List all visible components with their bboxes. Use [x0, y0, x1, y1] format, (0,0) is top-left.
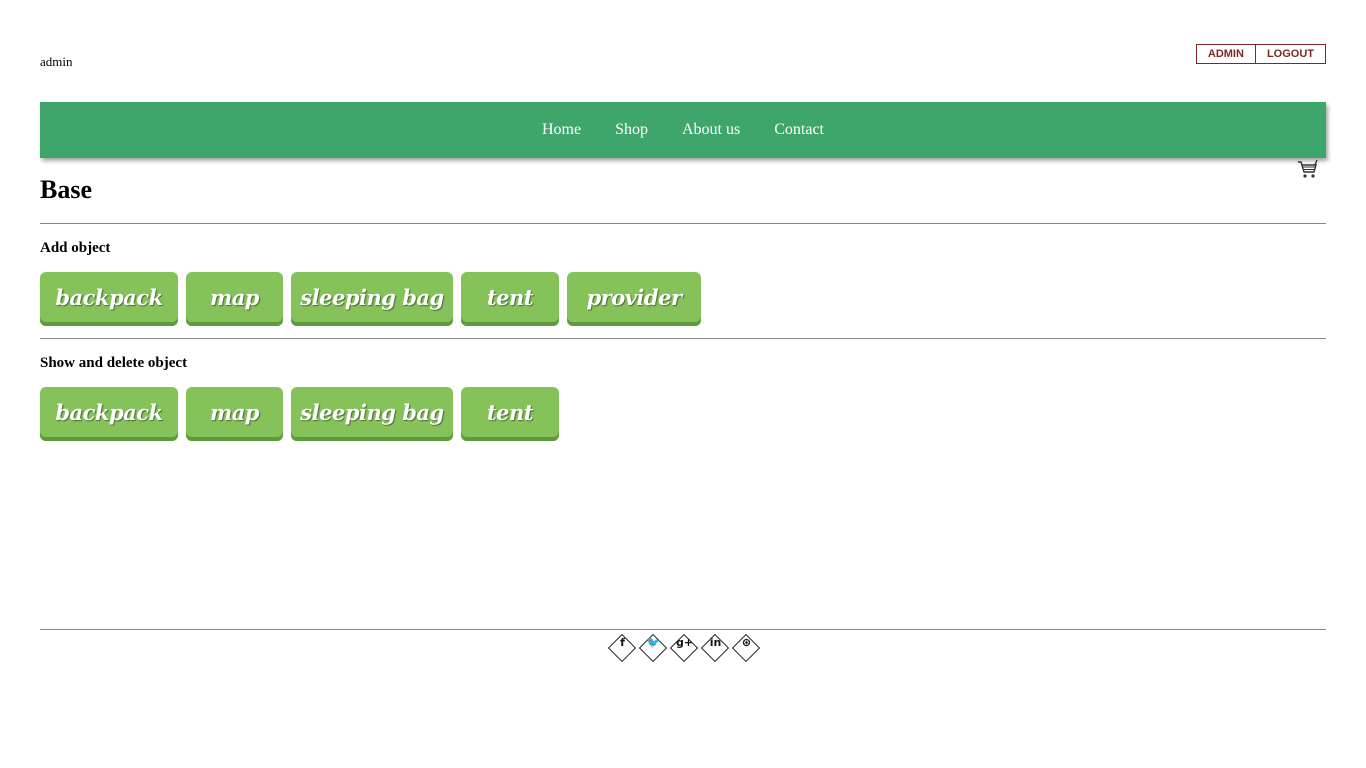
- nav-item-contact[interactable]: Contact: [774, 121, 824, 139]
- add-object-buttons: backpack map sleeping bag tent provider: [40, 272, 709, 326]
- add-sleeping-bag-button[interactable]: sleeping bag: [291, 272, 453, 326]
- page-title: Base: [40, 175, 92, 204]
- show-tent-button[interactable]: tent: [461, 387, 559, 441]
- nav-item-shop[interactable]: Shop: [615, 121, 648, 139]
- add-provider-button[interactable]: provider: [567, 272, 701, 326]
- social-links: f 🐦 g+ in ⊛: [607, 633, 762, 664]
- show-delete-buttons: backpack map sleeping bag tent: [40, 387, 567, 441]
- main-nav: Home Shop About us Contact: [40, 102, 1326, 158]
- page: admin ADMIN LOGOUT Home Shop About us Co…: [0, 0, 1366, 768]
- facebook-icon[interactable]: f: [607, 633, 638, 664]
- divider: [40, 223, 1326, 224]
- nav-item-about-us[interactable]: About us: [682, 121, 740, 139]
- show-map-button[interactable]: map: [186, 387, 283, 441]
- divider: [40, 338, 1326, 339]
- dribbble-icon[interactable]: ⊛: [731, 633, 762, 664]
- logout-button[interactable]: LOGOUT: [1254, 44, 1326, 64]
- cart-icon[interactable]: [1297, 159, 1319, 179]
- add-tent-button[interactable]: tent: [461, 272, 559, 326]
- linkedin-icon[interactable]: in: [700, 633, 731, 664]
- nav-item-home[interactable]: Home: [542, 121, 581, 139]
- footer-divider: [40, 629, 1326, 630]
- username-label: admin: [40, 54, 73, 69]
- show-sleeping-bag-button[interactable]: sleeping bag: [291, 387, 453, 441]
- show-backpack-button[interactable]: backpack: [40, 387, 178, 441]
- add-object-heading: Add object: [40, 240, 111, 256]
- add-map-button[interactable]: map: [186, 272, 283, 326]
- google-plus-icon[interactable]: g+: [669, 633, 700, 664]
- twitter-icon[interactable]: 🐦: [638, 633, 669, 664]
- show-delete-heading: Show and delete object: [40, 355, 188, 371]
- account-buttons: ADMIN LOGOUT: [1195, 44, 1326, 64]
- admin-button[interactable]: ADMIN: [1195, 44, 1256, 64]
- add-backpack-button[interactable]: backpack: [40, 272, 178, 326]
